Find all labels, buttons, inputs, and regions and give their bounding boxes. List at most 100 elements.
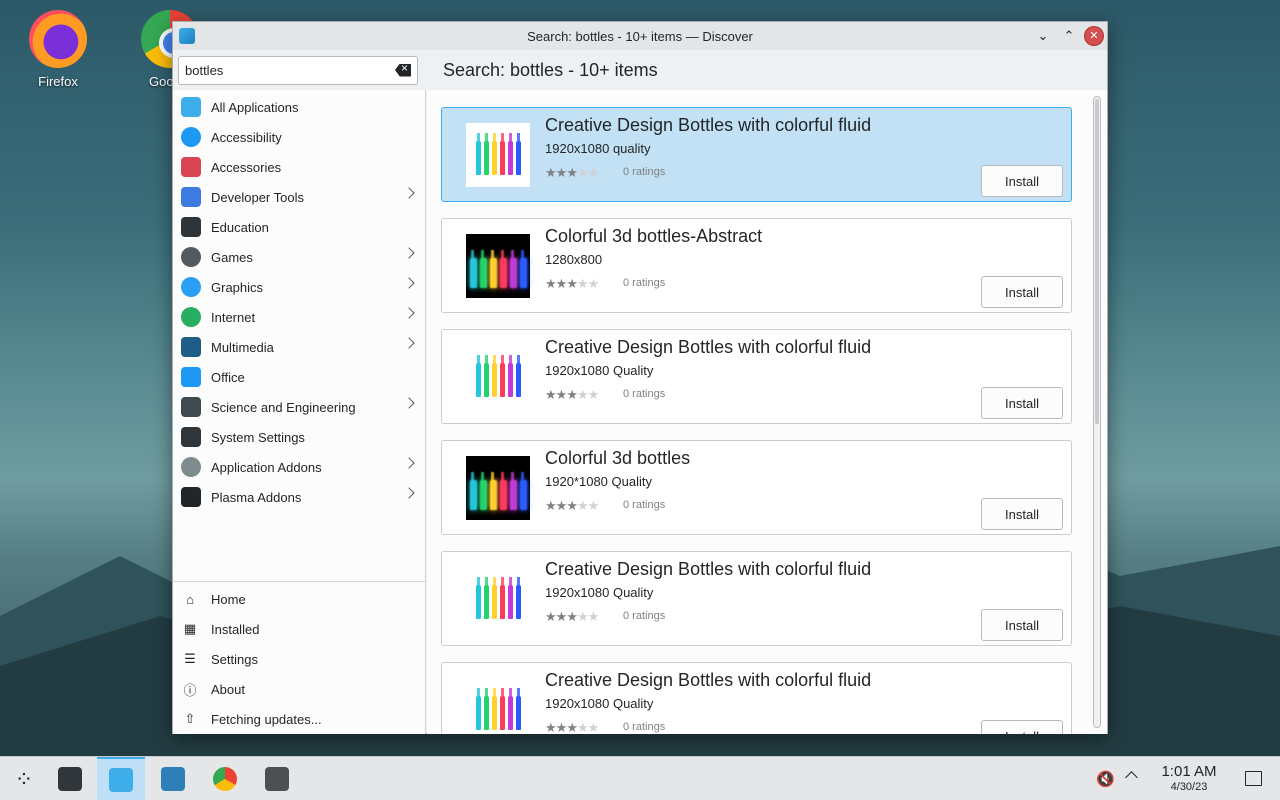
star-filled-icon: ★ [555, 276, 568, 291]
search-field[interactable] [178, 55, 418, 85]
chevron-right-icon [403, 277, 415, 289]
nav-settings[interactable]: ☰ Settings [173, 644, 425, 674]
install-button[interactable]: Install [981, 276, 1063, 308]
star-filled-icon: ★ [566, 276, 578, 291]
install-button[interactable]: Install [981, 165, 1063, 197]
result-card[interactable]: Creative Design Bottles with colorful fl… [441, 551, 1072, 646]
sidebar-item-developer-tools[interactable]: Developer Tools [173, 182, 425, 212]
clear-search-icon[interactable] [395, 63, 411, 77]
sidebar-item-label: Education [211, 219, 269, 235]
result-thumbnail [466, 456, 530, 520]
sidebar-item-multimedia[interactable]: Multimedia [173, 332, 425, 362]
install-button[interactable]: Install [981, 387, 1063, 419]
sidebar-item-accessories[interactable]: Accessories [173, 152, 425, 182]
scrollbar-thumb[interactable] [1095, 99, 1099, 424]
sidebar-nav: ⌂ Home ▦ Installed ☰ Settings ⓘ About ⇧ Fetching … [173, 581, 425, 734]
taskbar-discover-button[interactable] [97, 757, 145, 800]
chevron-right-icon [403, 337, 415, 349]
sidebar-item-internet[interactable]: Internet [173, 302, 425, 332]
nav-fetching-updates[interactable]: ⇧ Fetching updates... [173, 704, 425, 734]
sidebar-item-graphics[interactable]: Graphics [173, 272, 425, 302]
star-empty-icon: ★ [576, 387, 589, 402]
title-bar[interactable]: Search: bottles - 10+ items — Discover ⌄… [173, 22, 1107, 50]
sidebar-item-accessibility[interactable]: Accessibility [173, 122, 425, 152]
chevron-right-icon [403, 247, 415, 259]
toolbar: Search: bottles - 10+ items [173, 50, 1107, 90]
discover-icon [109, 768, 133, 792]
result-title: Creative Design Bottles with colorful fl… [545, 670, 872, 690]
sidebar-item-label: Games [211, 249, 253, 265]
bottle-shape [469, 250, 477, 288]
volume-muted-icon[interactable]: 🔇 [1096, 770, 1115, 788]
games-icon [181, 247, 201, 267]
install-button[interactable]: Install [981, 720, 1063, 734]
sidebar-item-games[interactable]: Games [173, 242, 425, 272]
sidebar-item-science-and-engineering[interactable]: Science and Engineering [173, 392, 425, 422]
bottle-shape [489, 250, 497, 288]
taskbar-chrome-button[interactable] [201, 757, 249, 800]
taskbar-system-settings-button[interactable] [46, 757, 94, 800]
bottle-shape [469, 472, 477, 510]
result-thumbnail [466, 678, 530, 734]
minimize-icon[interactable]: ⌄ [1033, 26, 1053, 46]
nav-about[interactable]: ⓘ About [173, 674, 425, 704]
result-subtitle: 1280x800 [545, 252, 603, 267]
result-card[interactable]: Colorful 3d bottles 1920*1080 Quality ★★★★… [441, 440, 1072, 535]
taskbar-app-launcher-button[interactable]: ⁘ [0, 757, 48, 800]
category-list: All Applications Accessibility Accessories… [173, 92, 425, 512]
install-button[interactable]: Install [981, 498, 1063, 530]
internet-icon [181, 307, 201, 327]
bottle-shape [479, 472, 487, 510]
sidebar-item-system-settings[interactable]: System Settings [173, 422, 425, 452]
bottle-shape [499, 250, 507, 288]
window-title: Search: bottles - 10+ items — Discover [527, 29, 753, 44]
ratings-count: 0 ratings [623, 499, 666, 511]
digital-clock[interactable]: 1:01 AM 4/30/23 [1152, 763, 1226, 794]
desktop-icon-firefox[interactable]: Firefox [14, 10, 102, 89]
chevron-right-icon [403, 187, 415, 199]
star-empty-icon: ★ [587, 609, 600, 624]
bottle-shape [475, 577, 481, 619]
result-card[interactable]: Colorful 3d bottles-Abstract 1280x800 ★★★… [441, 218, 1072, 313]
bottle-shape [509, 472, 517, 510]
star-filled-icon: ★ [545, 165, 557, 180]
maximize-icon[interactable]: ⌃ [1059, 26, 1079, 46]
scrollbar[interactable] [1093, 96, 1101, 728]
sidebar-item-label: Graphics [211, 279, 264, 295]
nav-installed[interactable]: ▦ Installed [173, 614, 425, 644]
bottle-shape [475, 688, 481, 730]
show-desktop-icon[interactable] [1245, 771, 1262, 786]
close-icon[interactable]: ✕ [1085, 27, 1103, 45]
system-tray-expand-icon[interactable] [1125, 771, 1138, 784]
sidebar-item-office[interactable]: Office [173, 362, 425, 392]
sidebar-item-education[interactable]: Education [173, 212, 425, 242]
bottle-shape [507, 577, 513, 619]
bottle-shape [499, 355, 505, 397]
ratings-count: 0 ratings [623, 277, 666, 289]
sidebar-item-application-addons[interactable]: Application Addons [173, 452, 425, 482]
star-empty-icon: ★ [587, 276, 600, 291]
bottle-shape [491, 355, 497, 397]
nav-home[interactable]: ⌂ Home [173, 584, 425, 614]
result-card[interactable]: Creative Design Bottles with colorful fl… [441, 329, 1072, 424]
sidebar-item-plasma-addons[interactable]: Plasma Addons [173, 482, 425, 512]
taskbar-konsole-button[interactable] [253, 757, 301, 800]
result-subtitle: 1920x1080 quality [545, 141, 651, 156]
sidebar-item-all-applications[interactable]: All Applications [173, 92, 425, 122]
result-subtitle: 1920x1080 Quality [545, 696, 654, 711]
sidebar-item-label: Internet [211, 309, 256, 325]
rating-stars: ★★★★★ [545, 387, 599, 403]
bottle-shape [491, 577, 497, 619]
search-input[interactable] [179, 62, 379, 78]
star-filled-icon: ★ [555, 609, 568, 624]
result-card[interactable]: Creative Design Bottles with colorful fl… [441, 107, 1072, 202]
bottle-shape [475, 355, 481, 397]
taskbar-bottles-app-button[interactable] [149, 757, 197, 800]
bottle-shape [515, 133, 521, 175]
clock-time: 1:01 AM [1161, 763, 1217, 780]
result-thumbnail [466, 234, 530, 298]
home-icon: ⌂ [186, 591, 194, 607]
bottle-shape [507, 355, 513, 397]
result-card[interactable]: Creative Design Bottles with colorful fl… [441, 662, 1072, 734]
install-button[interactable]: Install [981, 609, 1063, 641]
